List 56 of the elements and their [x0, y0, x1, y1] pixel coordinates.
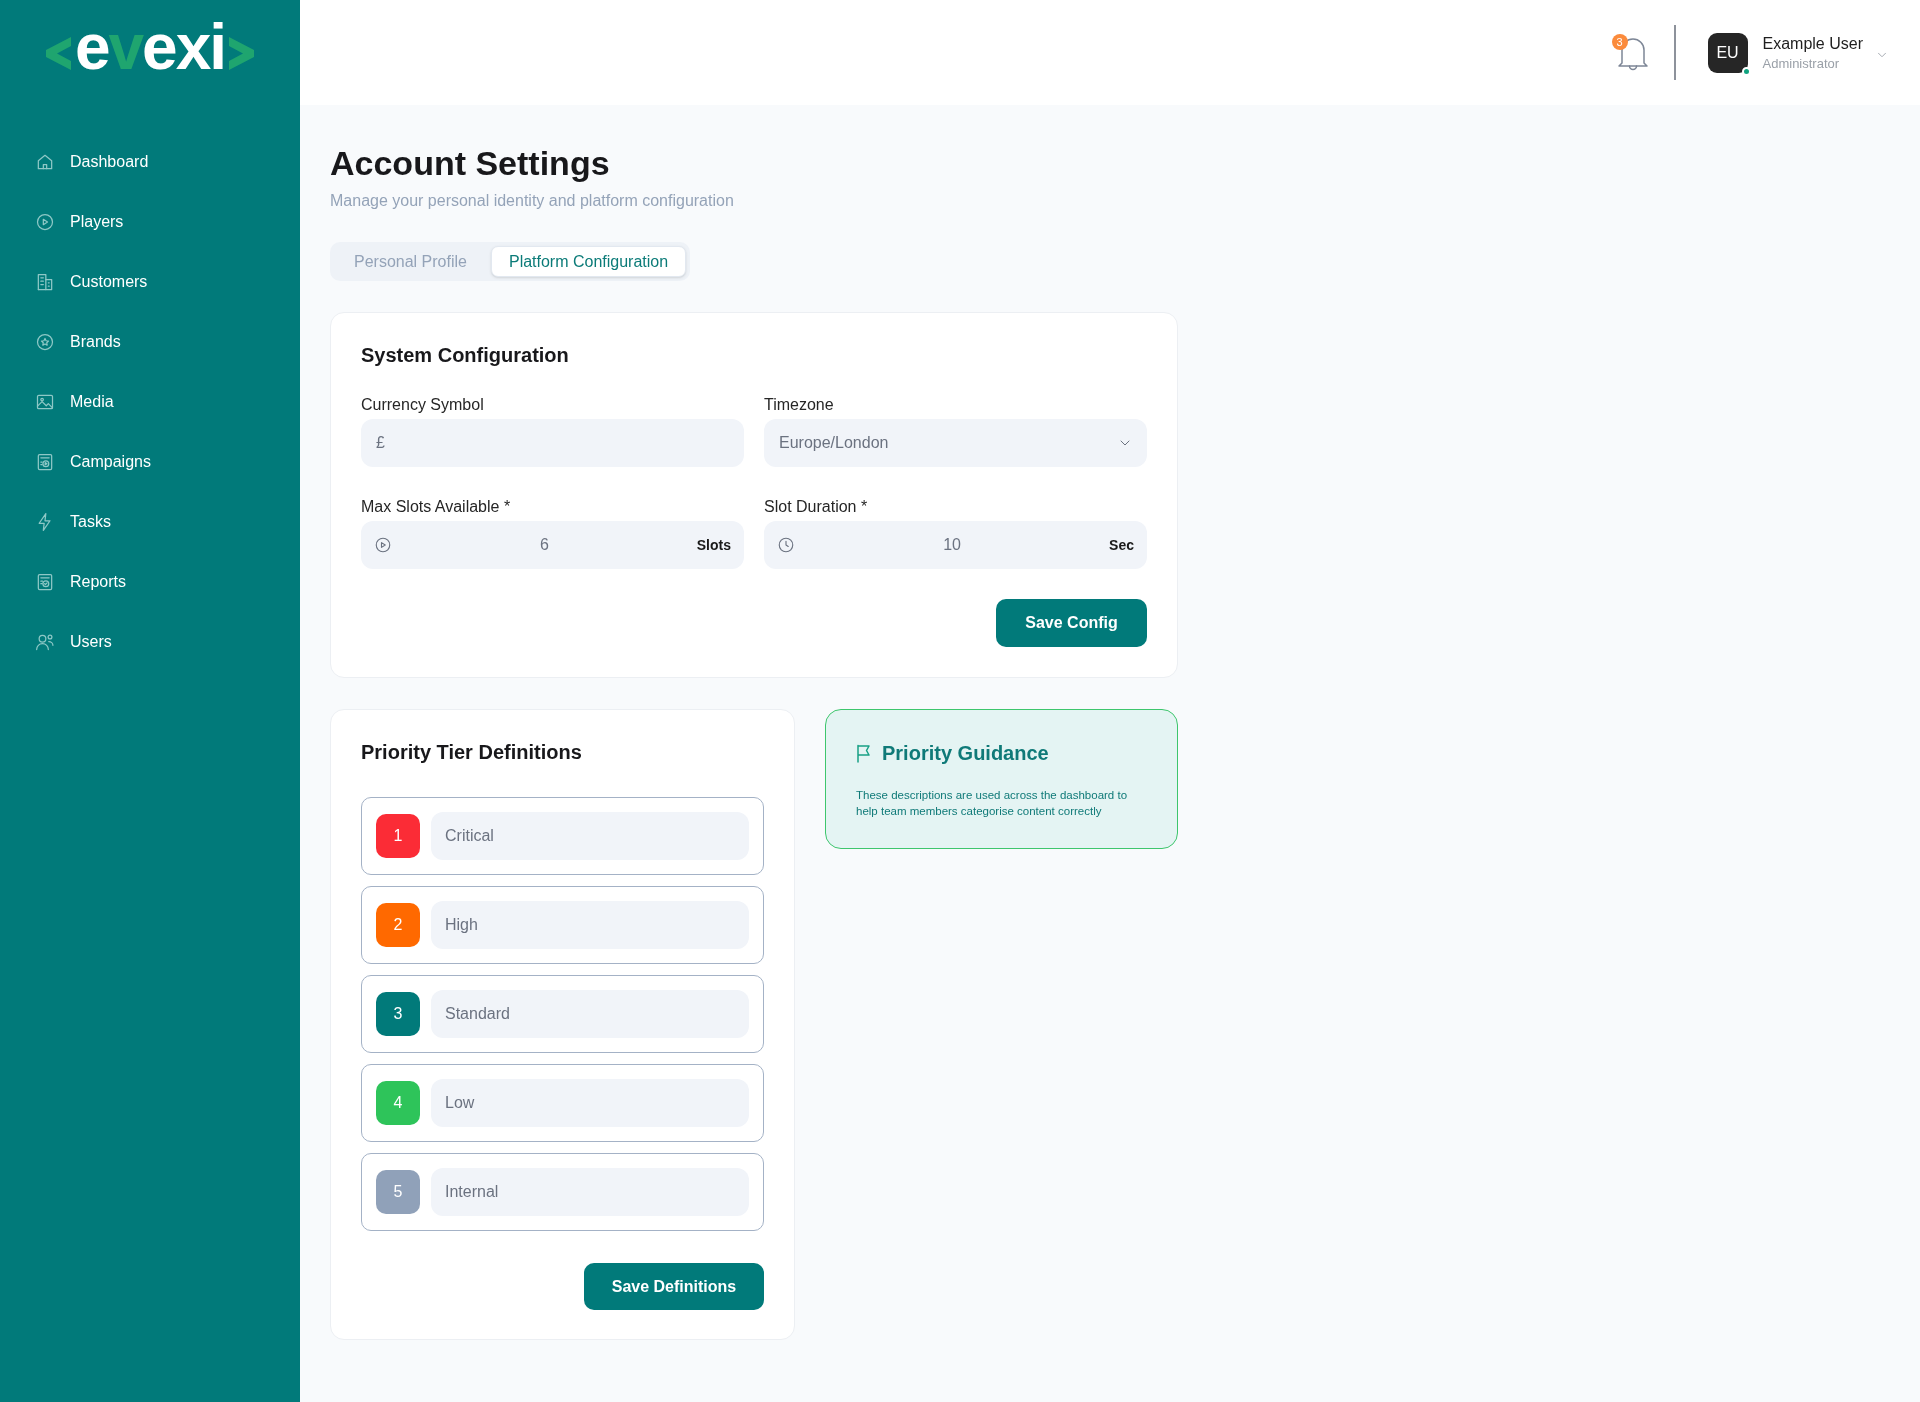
avatar: EU	[1707, 32, 1748, 73]
page-subtitle: Manage your personal identity and platform configuration	[330, 191, 734, 211]
tier-number: 3	[376, 992, 420, 1036]
card-title: Priority Tier Definitions	[361, 740, 583, 765]
select-field[interactable]: Europe/London	[764, 419, 1147, 467]
tier-name-input[interactable]: Critical	[431, 812, 749, 860]
flag-icon	[856, 743, 872, 763]
save-definitions-button[interactable]: Save Definitions	[584, 1263, 764, 1310]
user-role: Administrator	[1762, 54, 1841, 72]
guidance-text: These descriptions are used across the dashboard to help team members categorise content correctly	[856, 788, 1129, 819]
save-config-button[interactable]: Save Config	[996, 599, 1147, 647]
number-field[interactable]: 6 Slots	[361, 521, 744, 569]
unit-label: Slots	[696, 535, 731, 555]
nav-item[interactable]: Customers	[0, 252, 300, 312]
clock-icon	[777, 536, 795, 554]
users-icon	[35, 632, 55, 652]
field-label: Slot Duration *	[764, 497, 869, 517]
field-label: Timezone	[764, 395, 835, 415]
tier-name-input[interactable]: Standard	[431, 990, 749, 1038]
star-circle-icon	[35, 332, 55, 352]
guidance-title: Priority Guidance	[882, 741, 1049, 766]
nav-item[interactable]: Campaigns	[0, 432, 300, 492]
field-label: Max Slots Available *	[361, 497, 512, 517]
nav-item[interactable]: Media	[0, 372, 300, 432]
user-name: Example User	[1762, 33, 1863, 54]
nav-item[interactable]: Users	[0, 612, 300, 672]
text-input[interactable]: £	[361, 419, 744, 467]
building-icon	[35, 272, 55, 292]
nav-item[interactable]: Brands	[0, 312, 300, 372]
unit-label: Sec	[1109, 535, 1134, 555]
play-circle-icon	[35, 212, 55, 232]
tier-name-input[interactable]: Internal	[431, 1168, 749, 1216]
nav-item[interactable]: Players	[0, 192, 300, 252]
number-input[interactable]: 6	[400, 533, 689, 557]
card-title: System Configuration	[361, 343, 570, 368]
tier-name-input[interactable]: Low	[431, 1079, 749, 1127]
notification-count: 3	[1611, 33, 1628, 50]
tier-number: 5	[376, 1170, 420, 1214]
nav-item[interactable]: Reports	[0, 552, 300, 612]
document-check-icon	[35, 572, 55, 592]
page-title: Account Settings	[330, 143, 610, 183]
tab[interactable]: Platform Configuration	[490, 246, 687, 277]
field-label: Currency Symbol	[361, 395, 485, 415]
number-input[interactable]: 10	[803, 533, 1102, 557]
document-play-icon	[35, 452, 55, 472]
play-circle-icon	[374, 536, 392, 554]
tier-name-input[interactable]: High	[431, 901, 749, 949]
nav-item[interactable]: Tasks	[0, 492, 300, 552]
number-field[interactable]: 10 Sec	[764, 521, 1147, 569]
tier-number: 1	[376, 814, 420, 858]
tier-number: 4	[376, 1081, 420, 1125]
image-icon	[35, 392, 55, 412]
logo[interactable]: evexi	[45, 15, 255, 79]
nav-item[interactable]: Dashboard	[0, 132, 300, 192]
tier-number: 2	[376, 903, 420, 947]
house-icon	[35, 152, 55, 172]
